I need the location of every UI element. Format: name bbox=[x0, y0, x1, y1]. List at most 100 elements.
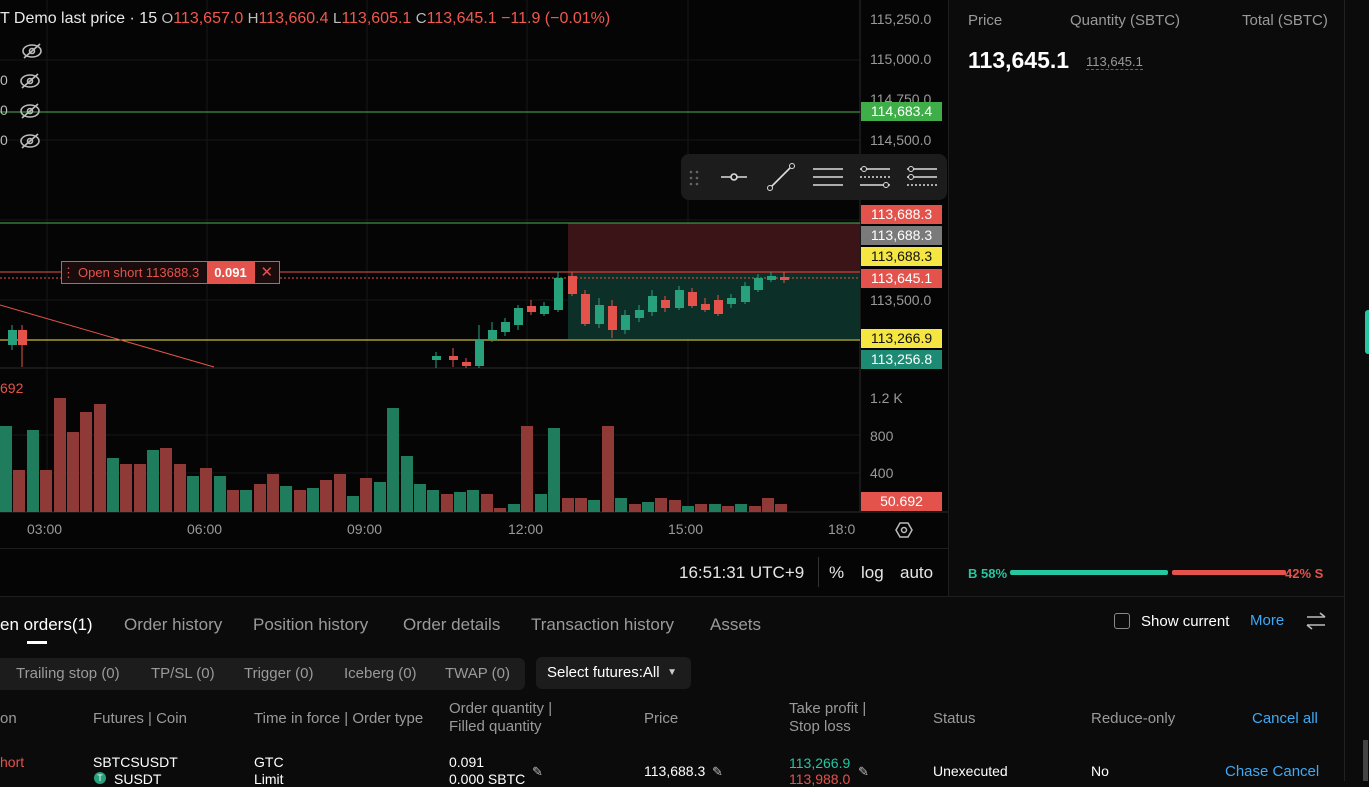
crosshair-price-tag: 113,688.3 bbox=[861, 226, 942, 245]
volume-bar bbox=[575, 498, 587, 512]
tab-assets[interactable]: Assets bbox=[710, 615, 761, 635]
indicator-row: 0 bbox=[0, 72, 42, 90]
chase-cancel-links[interactable]: Chase Cancel bbox=[1225, 764, 1319, 780]
show-current-checkbox[interactable] bbox=[1114, 613, 1130, 629]
tab-transaction-history[interactable]: Transaction history bbox=[531, 615, 674, 635]
close-icon[interactable]: ✕ bbox=[253, 262, 279, 283]
fib-levels-icon[interactable] bbox=[858, 160, 892, 194]
subtab-trigger[interactable]: Trigger (0) bbox=[244, 658, 313, 690]
tp-price-tag[interactable]: 113,266.9 bbox=[861, 329, 942, 348]
scrollbar[interactable] bbox=[1363, 740, 1368, 781]
volume-series bbox=[0, 398, 787, 512]
volume-bar bbox=[775, 504, 787, 512]
entry-price-tag[interactable]: 113,688.3 bbox=[861, 205, 942, 224]
order-side: hort bbox=[0, 754, 25, 770]
subtab-twap[interactable]: TWAP (0) bbox=[445, 658, 510, 690]
volume-bar bbox=[735, 504, 747, 512]
volume-bar bbox=[27, 430, 39, 512]
drawing-toolbar bbox=[681, 154, 947, 200]
volume-bar bbox=[454, 492, 466, 512]
order-label-qty: 0.091 bbox=[207, 262, 254, 283]
price-chart[interactable]: T Demo last price · 15 O113,657.0 H113,6… bbox=[0, 0, 949, 596]
last-price-tag: 113,645.1 bbox=[861, 269, 942, 288]
tab-order-history[interactable]: Order history bbox=[124, 615, 222, 635]
col-time-in-force: Time in force | Order type bbox=[254, 710, 424, 727]
tab-position-history[interactable]: Position history bbox=[253, 615, 368, 635]
order-price-tag[interactable]: 113,688.3 bbox=[861, 247, 942, 266]
candle-body bbox=[540, 306, 549, 314]
candle-body bbox=[688, 292, 697, 306]
volume-bar bbox=[200, 468, 212, 512]
price-range-icon[interactable] bbox=[905, 160, 939, 194]
chart-canvas[interactable] bbox=[0, 0, 948, 596]
col-order-quantity: Order quantity | bbox=[449, 700, 553, 717]
tab-order-details[interactable]: Order details bbox=[403, 615, 500, 635]
cancel-all-link[interactable]: Cancel all bbox=[1252, 710, 1318, 728]
sell-ratio: 42% S bbox=[1285, 566, 1324, 581]
volume-bar bbox=[427, 490, 439, 512]
drag-handle-icon[interactable]: ⋮ bbox=[62, 262, 75, 283]
subtab-tpsl[interactable]: TP/SL (0) bbox=[151, 658, 215, 690]
col-price: Price bbox=[644, 710, 679, 727]
subtab-trailing-stop[interactable]: Trailing stop (0) bbox=[16, 658, 120, 690]
panel-handle[interactable] bbox=[1365, 310, 1369, 354]
candle-body bbox=[661, 300, 670, 308]
edit-tpsl-icon[interactable]: ✎ bbox=[858, 764, 869, 780]
order-type: Limit bbox=[254, 771, 284, 787]
volume-bar bbox=[414, 484, 426, 512]
clock-readout: 16:51:31 UTC+9 bbox=[679, 563, 805, 582]
edit-price-icon[interactable]: ✎ bbox=[712, 764, 723, 780]
volume-bar bbox=[67, 432, 79, 512]
volume-bar bbox=[535, 494, 547, 512]
eye-off-icon[interactable] bbox=[18, 132, 42, 150]
volume-tick: 800 bbox=[870, 428, 894, 444]
price-tick: 114,500.0 bbox=[870, 132, 932, 148]
candle-body bbox=[635, 310, 644, 318]
volume-bar bbox=[120, 464, 132, 512]
candle-body bbox=[741, 286, 750, 302]
more-link[interactable]: More bbox=[1250, 612, 1284, 629]
volume-bar bbox=[521, 426, 533, 512]
drag-handle-icon[interactable] bbox=[685, 160, 705, 194]
volume-bar bbox=[0, 426, 12, 512]
trend-line[interactable] bbox=[0, 304, 215, 368]
volume-tick: 1.2 K bbox=[870, 390, 903, 406]
log-scale-button[interactable]: log bbox=[861, 563, 884, 583]
open-short-order-label[interactable]: ⋮ Open short 113688.3 0.091 ✕ bbox=[61, 261, 280, 284]
volume-bar bbox=[441, 494, 453, 512]
trend-line-icon[interactable] bbox=[764, 160, 798, 194]
percent-scale-button[interactable]: % bbox=[829, 563, 844, 583]
candle-body bbox=[488, 330, 497, 340]
tab-open-orders[interactable]: en orders(1) bbox=[0, 615, 93, 635]
volume-bar bbox=[494, 508, 506, 512]
candle-body bbox=[514, 308, 523, 325]
time-tick: 03:00 bbox=[27, 521, 63, 537]
eye-off-icon[interactable] bbox=[20, 42, 44, 60]
visibility-toggle[interactable] bbox=[10, 42, 44, 60]
volume-bar bbox=[682, 506, 694, 512]
chart-settings-icon[interactable] bbox=[895, 522, 913, 538]
volume-bar bbox=[13, 470, 25, 512]
swap-icon[interactable] bbox=[1305, 611, 1327, 631]
volume-bar bbox=[54, 398, 66, 512]
show-current-label[interactable]: Show current bbox=[1141, 613, 1229, 630]
take-profit-price-tag[interactable]: 114,683.4 bbox=[861, 102, 942, 121]
subtab-iceberg[interactable]: Iceberg (0) bbox=[344, 658, 417, 690]
buy-sell-ratio-bar bbox=[1010, 570, 1286, 575]
eye-off-icon[interactable] bbox=[18, 102, 42, 120]
indicator-value: 692 bbox=[0, 380, 24, 396]
low-value: 113,605.1 bbox=[341, 10, 412, 27]
indicator-row: 0 bbox=[0, 132, 42, 150]
volume-tick: 400 bbox=[870, 465, 894, 481]
order-symbol[interactable]: SBTCSUSDT bbox=[93, 754, 178, 770]
eye-off-icon[interactable] bbox=[18, 72, 42, 90]
candle-body bbox=[780, 277, 789, 280]
mark-price[interactable]: 113,645.1 bbox=[1086, 54, 1143, 70]
horizontal-ray-icon[interactable] bbox=[717, 160, 751, 194]
parallel-lines-icon[interactable] bbox=[811, 160, 845, 194]
edit-quantity-icon[interactable]: ✎ bbox=[532, 764, 543, 780]
auto-scale-button[interactable]: auto bbox=[900, 563, 933, 583]
volume-bar bbox=[320, 480, 332, 512]
price-tick: 115,250.0 bbox=[870, 11, 932, 27]
select-futures-dropdown[interactable]: Select futures:All ▼ bbox=[536, 657, 691, 689]
